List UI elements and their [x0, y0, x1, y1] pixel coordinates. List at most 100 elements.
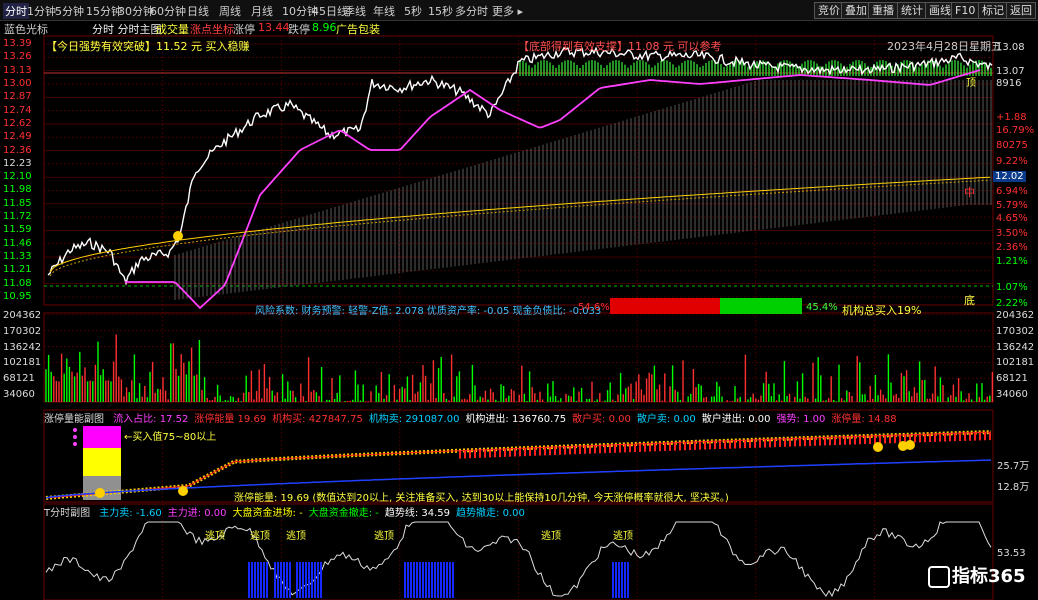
t-item-2: 大盘资金进场: -	[232, 508, 303, 519]
energy-item-2: 机构买: 427847.75	[272, 414, 363, 425]
institution-total-text: 机构总买入19%	[842, 304, 922, 317]
energy-axis-high: 25.7万	[997, 461, 1030, 472]
left-axis-tick: 12.23	[3, 157, 32, 169]
left-axis-tick: 13.26	[3, 51, 32, 63]
risk-bar-green	[720, 298, 802, 314]
volume-axis-tick: 34060	[3, 389, 35, 400]
left-axis-tick: 11.59	[3, 224, 32, 236]
energy-block-yellow	[83, 448, 121, 476]
left-axis-tick: 13.13	[3, 64, 32, 76]
escape-top-label: 逃顶	[374, 531, 394, 542]
right-axis-tick: 16.79%	[996, 125, 1035, 136]
energy-item-9: 涨停量: 14.88	[831, 414, 897, 425]
t-panel-value: 53.53	[997, 548, 1026, 559]
right-axis-tick: 1.07%	[996, 282, 1028, 293]
energy-item-3: 机构卖: 291087.00	[368, 414, 460, 425]
energy-dot	[73, 435, 77, 439]
logo-icon	[928, 566, 950, 588]
volume-axis-tick: 68121	[3, 373, 35, 385]
right-axis-tick: 4.65%	[996, 213, 1028, 224]
escape-top-label: 逃顶	[205, 531, 225, 542]
price-line	[47, 46, 993, 286]
volume-axis-tick: 102181	[3, 357, 42, 369]
risk-bar-red	[610, 298, 720, 314]
volume-axis-tick: 170302	[996, 325, 1035, 337]
energy-panel-title[interactable]: 涨停量能副图	[44, 414, 104, 425]
right-axis-tick: 1.21%	[996, 256, 1028, 267]
watermark-text: 指标365	[952, 566, 1026, 587]
energy-item-7: 散户进出: 0.00	[701, 414, 771, 425]
right-axis-tick: 6.94%	[996, 186, 1028, 197]
volume-axis-tick: 170302	[3, 325, 42, 337]
left-axis-tick: 12.87	[3, 91, 32, 103]
left-axis-tick: 11.72	[3, 211, 32, 223]
right-axis-tick: 3.50%	[996, 228, 1028, 239]
buy-threshold-note: ←买入值75~80以上	[124, 432, 217, 443]
bottom-signal-text: 【底部得到有效支撑】11.08 元 可以参考	[518, 40, 722, 53]
mid-marker: 中	[964, 186, 975, 199]
right-axis-tick: 9.22%	[996, 156, 1028, 167]
left-axis-tick: 12.62	[3, 117, 32, 129]
left-axis-tick: 11.98	[3, 184, 32, 196]
escape-top-label: 逃顶	[541, 531, 561, 542]
volume-axis-tick: 204362	[996, 310, 1035, 321]
left-axis-tick: 11.08	[3, 277, 32, 289]
energy-smiley-icon	[95, 488, 105, 498]
left-axis-tick: 13.00	[3, 77, 32, 89]
t-item-0: 主力卖: -1.60	[99, 508, 162, 519]
t-item-5: 趋势撤走: 0.00	[456, 508, 525, 519]
energy-item-6: 散户卖: 0.00	[636, 414, 696, 425]
left-axis-tick: 11.33	[3, 251, 32, 263]
bottom-marker: 底	[964, 294, 975, 307]
right-axis-tick: 2.22%	[996, 298, 1028, 309]
buy-smiley-icon	[173, 231, 183, 241]
t-item-4: 趋势线: 34.59	[384, 508, 451, 519]
left-axis-tick: 12.10	[3, 171, 32, 183]
left-axis-tick: 13.39	[3, 38, 32, 49]
right-axis-tick: 5.79%	[996, 200, 1028, 211]
energy-note: 涨停能量: 19.69 (数值达到20以上, 关注准备买入, 达到30以上能保持…	[234, 493, 729, 504]
volume-axis-tick: 136242	[996, 341, 1035, 353]
right-axis-tick: 13.07	[996, 66, 1025, 77]
right-axis-tick: 2.36%	[996, 242, 1028, 253]
right-axis-tick: 80275	[996, 140, 1028, 151]
energy-item-0: 流入占比: 17.52	[113, 414, 189, 425]
t-item-1: 主力进: 0.00	[167, 508, 227, 519]
right-axis-tick: +1.88	[996, 112, 1027, 123]
left-axis-tick: 11.85	[3, 197, 32, 209]
left-axis-tick: 10.95	[3, 291, 32, 302]
right-axis-tick: 8916	[996, 78, 1022, 89]
energy-item-1: 涨停能量 19.69	[194, 414, 267, 425]
left-axis-tick: 12.74	[3, 104, 32, 116]
volume-bars	[45, 334, 994, 402]
t-panel-header: T分时副图 主力卖: -1.60 主力进: 0.00 大盘资金进场: - 大盘资金撤走…	[44, 504, 525, 519]
left-axis-tick: 12.49	[3, 131, 32, 143]
energy-item-8: 强势: 1.00	[776, 414, 826, 425]
escape-top-label: 逃顶	[286, 531, 306, 542]
range-sticks	[174, 80, 992, 300]
buy-signal-text: 【今日强势有效突破】11.52 元 买入稳赚	[46, 40, 250, 53]
green-percent: 45.4%	[806, 302, 838, 313]
left-axis-tick: 11.46	[3, 237, 32, 249]
risk-percent: 54.6%	[578, 302, 610, 313]
volume-axis-tick: 102181	[996, 357, 1035, 369]
energy-dot	[73, 442, 77, 446]
date-label: 2023年4月28日星期五	[887, 40, 1002, 53]
escape-top-label: 逃顶	[250, 531, 270, 542]
risk-text: 风险系数: 财务预警: 轻警-Z值: 2.078 优质资产率: -0.05 现金…	[255, 306, 602, 317]
energy-smiley-icon	[905, 440, 915, 450]
volume-axis-tick: 68121	[996, 373, 1028, 385]
energy-smiley-icon	[873, 442, 883, 452]
price-tag: 12.02	[993, 171, 1026, 182]
energy-dot	[73, 428, 77, 432]
energy-axis-low: 12.8万	[997, 482, 1030, 493]
t-panel-title[interactable]: T分时副图	[44, 508, 90, 519]
left-axis-tick: 12.36	[3, 144, 32, 156]
energy-panel-header: 涨停量能副图 流入占比: 17.52 涨停能量 19.69 机构买: 427847.…	[44, 410, 897, 425]
volume-axis-tick: 204362	[3, 310, 42, 321]
energy-block-magenta	[83, 426, 121, 448]
escape-top-label: 逃顶	[613, 531, 633, 542]
t-item-3: 大盘资金撤走: -	[308, 508, 379, 519]
t-blue-columns	[248, 562, 629, 598]
volume-axis-tick: 34060	[996, 389, 1028, 400]
